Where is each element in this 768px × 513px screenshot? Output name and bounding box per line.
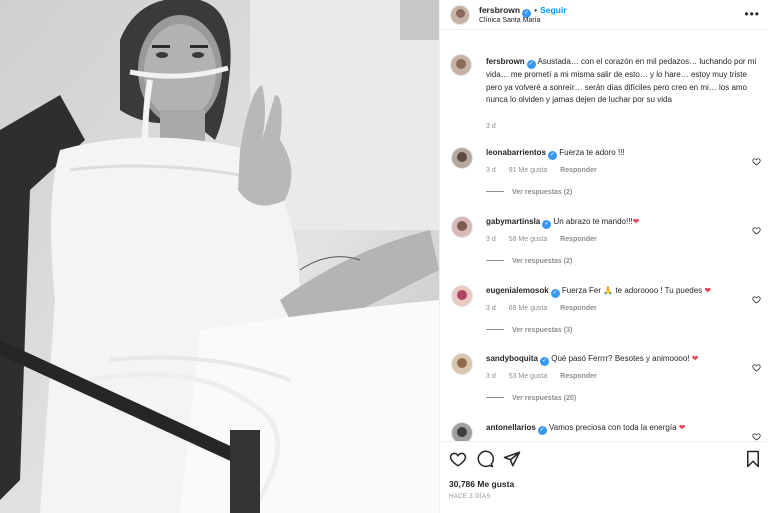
comment-like-icon[interactable] (752, 157, 761, 166)
comment-text: Fuerza te adoro !!! (559, 148, 625, 157)
separator-dot: • (534, 5, 538, 15)
more-options-icon[interactable]: ••• (744, 7, 760, 21)
caption-time[interactable]: 3 d (486, 123, 496, 130)
comment-text: Un abrazo te mando!!! (553, 217, 633, 226)
comment-likes[interactable]: 58 Me gusta (509, 236, 548, 243)
post-actions-bar: 30,786 Me gusta HACE 3 DÍAS (440, 441, 768, 513)
reply-button[interactable]: Responder (560, 373, 597, 380)
author-avatar[interactable] (450, 5, 470, 25)
post-sidebar: fersbrown ✓ • Seguir Clínica Santa María ••… (439, 0, 768, 513)
comment-like-icon[interactable] (752, 432, 761, 441)
caption-avatar[interactable] (450, 54, 472, 76)
view-replies-label: Ver respuestas (2) (512, 189, 573, 196)
commenter-avatar[interactable] (451, 422, 473, 441)
comment-meta: 3 d 58 Me gusta Responder (486, 236, 608, 243)
replies-divider (486, 260, 504, 261)
comment-time[interactable]: 3 d (486, 373, 496, 380)
comment-text: Qué pasó Ferrrr? Besotes y animoooo! (551, 354, 690, 363)
red-heart-emoji: ❤ (691, 354, 699, 363)
view-replies-label: Ver respuestas (2) (512, 258, 573, 265)
comment-like-icon[interactable] (752, 363, 761, 372)
comment-meta: 3 d 69 Me gusta Responder (486, 305, 608, 312)
caption: fersbrown ✓ Asustada… con el corazón en m… (486, 56, 764, 107)
comment-username[interactable]: sandyboquita (486, 354, 538, 363)
comment-meta: 3 d 91 Me gusta Responder (486, 167, 608, 174)
comment-body: gabymartinsla ✓ Un abrazo te mando!!!❤ (486, 216, 746, 229)
comment-likes[interactable]: 53 Me gusta (509, 373, 548, 380)
comment-body: eugenialemosok ✓ Fuerza Fer 🙏 te adoroooo… (486, 285, 746, 298)
comment-username[interactable]: antonellarios (486, 423, 536, 432)
comment-body: sandyboquita ✓ Qué pasó Ferrrr? Besotes y… (486, 353, 746, 366)
post-image (0, 0, 439, 513)
author-username[interactable]: fersbrown (479, 5, 520, 15)
view-replies-button[interactable]: Ver respuestas (3) (486, 327, 572, 334)
comment-username[interactable]: gabymartinsla (486, 217, 540, 226)
caption-username[interactable]: fersbrown (486, 57, 525, 66)
comment-like-icon[interactable] (752, 226, 761, 235)
comment-likes[interactable]: 91 Me gusta (509, 167, 548, 174)
comment-meta: 3 d 53 Me gusta Responder (486, 373, 608, 380)
comment-username[interactable]: eugenialemosok (486, 286, 549, 295)
verified-icon: ✓ (540, 357, 550, 366)
comment-username[interactable]: leonabarrientos (486, 148, 546, 157)
comment-time[interactable]: 3 d (486, 167, 496, 174)
view-replies-button[interactable]: Ver respuestas (2) (486, 189, 572, 196)
follow-button[interactable]: Seguir (540, 5, 566, 15)
verified-icon: ✓ (537, 426, 547, 435)
commenter-avatar[interactable] (451, 353, 473, 375)
reply-button[interactable]: Responder (560, 305, 597, 312)
bookmark-icon[interactable] (745, 450, 761, 468)
view-replies-label: Ver respuestas (3) (512, 327, 573, 334)
replies-divider (486, 329, 504, 330)
post-header: fersbrown ✓ • Seguir Clínica Santa María ••… (440, 0, 768, 30)
commenter-avatar[interactable] (451, 216, 473, 238)
comment-time[interactable]: 3 d (486, 305, 496, 312)
replies-divider (486, 191, 504, 192)
verified-icon: ✓ (542, 220, 552, 229)
commenter-avatar[interactable] (451, 285, 473, 307)
post-time-ago[interactable]: HACE 3 DÍAS (449, 494, 491, 500)
red-heart-emoji: ❤ (704, 286, 712, 295)
comment-text: Fuerza Fer 🙏 te adoroooo ! Tu puedes (561, 286, 703, 295)
comment-icon[interactable] (476, 450, 494, 468)
red-heart-emoji: ❤ (678, 423, 686, 432)
comment-body: leonabarrientos ✓ Fuerza te adoro !!! (486, 147, 746, 160)
reply-button[interactable]: Responder (560, 236, 597, 243)
comments-scroll-area[interactable]: fersbrown ✓ Asustada… con el corazón en m… (440, 31, 768, 441)
commenter-avatar[interactable] (451, 147, 473, 169)
paper-plane-icon[interactable] (503, 450, 521, 468)
comment-like-icon[interactable] (752, 295, 761, 304)
verified-icon: ✓ (550, 289, 560, 298)
reply-button[interactable]: Responder (560, 167, 597, 174)
view-replies-button[interactable]: Ver respuestas (20) (486, 395, 576, 402)
comment-body: antonellarios ✓ Vamos preciosa con toda l… (486, 422, 746, 435)
comment-likes[interactable]: 69 Me gusta (509, 305, 548, 312)
post-location[interactable]: Clínica Santa María (479, 17, 540, 24)
comment-text: Vamos preciosa con toda la energía (549, 423, 677, 432)
view-replies-label: Ver respuestas (20) (512, 395, 577, 402)
heart-outline-icon[interactable] (449, 450, 467, 468)
post-photo[interactable] (0, 0, 439, 513)
comment-time[interactable]: 3 d (486, 236, 496, 243)
verified-icon: ✓ (548, 151, 558, 160)
red-heart-emoji: ❤ (632, 217, 640, 226)
view-replies-button[interactable]: Ver respuestas (2) (486, 258, 572, 265)
replies-divider (486, 397, 504, 398)
verified-icon: ✓ (526, 60, 536, 69)
likes-count[interactable]: 30,786 Me gusta (449, 479, 514, 489)
